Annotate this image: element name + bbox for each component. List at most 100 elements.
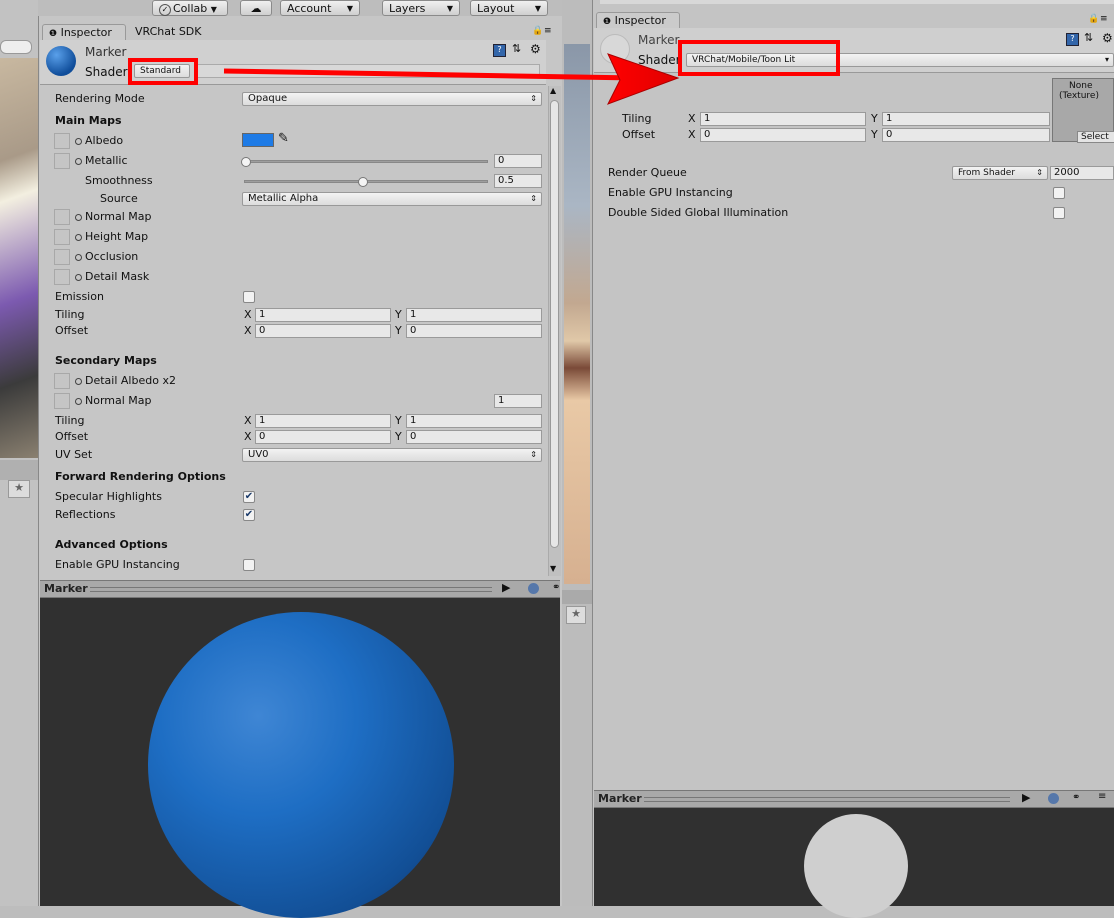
- texture-picker-icon[interactable]: [75, 137, 82, 145]
- preview-lights-icon[interactable]: ⚭: [552, 582, 560, 593]
- collab-button[interactable]: ✓ Collab ▼: [152, 0, 228, 16]
- tab-inspector[interactable]: ❶ Inspector: [42, 24, 126, 40]
- double-sided-gi-label: Double Sided Global Illumination: [608, 206, 789, 219]
- metallic-texture-slot[interactable]: [54, 153, 70, 169]
- detail-albedo-label: Detail Albedo x2: [75, 374, 176, 388]
- normal-map2-texture-slot[interactable]: [54, 393, 70, 409]
- emission-label: Emission: [55, 290, 104, 303]
- preview-drag-bar[interactable]: [644, 797, 1010, 802]
- play-icon[interactable]: ▶: [1022, 791, 1030, 804]
- right-preview-title: Marker: [598, 792, 642, 805]
- menu-icon[interactable]: ≡: [1100, 14, 1108, 24]
- texture-picker-icon[interactable]: [75, 397, 82, 405]
- texture-picker-icon[interactable]: [75, 253, 82, 261]
- preview-sphere-gray: [804, 814, 908, 918]
- metallic-slider-track[interactable]: [244, 160, 488, 163]
- specular-highlights-checkbox[interactable]: ✔: [243, 491, 255, 503]
- scroll-down-icon[interactable]: ▼: [550, 564, 556, 573]
- preview-sphere-icon[interactable]: [1048, 793, 1059, 804]
- detail-mask-texture-slot[interactable]: [54, 269, 70, 285]
- tiling2-y-field[interactable]: 1: [406, 414, 542, 428]
- height-map-label: Height Map: [75, 230, 148, 244]
- account-button[interactable]: Account ▼: [280, 0, 360, 16]
- inspector-scrollbar[interactable]: ▲ ▼: [548, 86, 561, 576]
- layers-button[interactable]: Layers ▼: [382, 0, 460, 16]
- offset2-x-field[interactable]: 0: [255, 430, 391, 444]
- scene-view-left[interactable]: ★: [0, 0, 38, 906]
- occlusion-texture-slot[interactable]: [54, 249, 70, 265]
- normal-map2-scale-field[interactable]: 1: [494, 394, 542, 408]
- secondary-maps-heading: Secondary Maps: [55, 354, 157, 367]
- smoothness-slider-knob[interactable]: [358, 177, 368, 187]
- preset-icon[interactable]: ⇅: [1084, 31, 1093, 44]
- texture-picker-icon[interactable]: [75, 233, 82, 241]
- scrollbar-thumb[interactable]: [550, 100, 559, 548]
- tab-vrchat-sdk[interactable]: VRChat SDK: [135, 24, 202, 40]
- preview-drag-bar[interactable]: [90, 587, 492, 592]
- info-icon: ❶: [603, 17, 612, 27]
- check-circle-icon: ✓: [159, 4, 171, 16]
- albedo-color-swatch[interactable]: [242, 133, 274, 147]
- right-tiling-x-field[interactable]: 1: [700, 112, 866, 126]
- metallic-slider-knob[interactable]: [241, 157, 251, 167]
- offset2-label: Offset: [55, 430, 89, 443]
- source-dropdown[interactable]: Metallic Alpha ⇕: [242, 192, 542, 206]
- gpu-instancing-checkbox[interactable]: [243, 559, 255, 571]
- preview-lights-icon[interactable]: ⚭: [1072, 792, 1080, 803]
- dropdown-arrow-icon: ⇕: [530, 194, 537, 203]
- help-icon[interactable]: ?: [1066, 33, 1079, 46]
- detail-albedo-texture-slot[interactable]: [54, 373, 70, 389]
- offset-x-field[interactable]: 0: [255, 324, 391, 338]
- double-sided-gi-checkbox[interactable]: [1053, 207, 1065, 219]
- texture-picker-icon[interactable]: [75, 377, 82, 385]
- chevron-down-icon: ▼: [534, 4, 541, 13]
- offset-y-label: Y: [395, 324, 402, 337]
- play-icon[interactable]: ▶: [502, 581, 510, 594]
- right-gpu-instancing-checkbox[interactable]: [1053, 187, 1065, 199]
- texture-picker-icon[interactable]: [75, 213, 82, 221]
- texture-select-button[interactable]: Select: [1077, 131, 1114, 143]
- render-queue-value-field[interactable]: 2000: [1050, 166, 1114, 180]
- offset2-y-field[interactable]: 0: [406, 430, 542, 444]
- render-queue-mode-dropdown[interactable]: From Shader ⇕: [952, 166, 1048, 180]
- texture-slot[interactable]: None (Texture) Select: [1052, 78, 1114, 143]
- normal-map-texture-slot[interactable]: [54, 209, 70, 225]
- eyedropper-icon[interactable]: ✎: [278, 131, 289, 146]
- reflections-checkbox[interactable]: ✔: [243, 509, 255, 521]
- albedo-texture-slot[interactable]: [54, 133, 70, 149]
- render-queue-label: Render Queue: [608, 166, 687, 179]
- tab-inspector-right[interactable]: ❶ Inspector: [596, 12, 680, 28]
- lock-icon[interactable]: 🔒: [1088, 14, 1099, 24]
- metallic-value-field[interactable]: 0: [494, 154, 542, 168]
- menu-icon[interactable]: ≡: [544, 26, 552, 36]
- tiling-y-field[interactable]: 1: [406, 308, 542, 322]
- emission-checkbox[interactable]: [243, 291, 255, 303]
- uv-set-dropdown[interactable]: UV0 ⇕: [242, 448, 542, 462]
- offset2-x-label: X: [244, 430, 252, 443]
- right-tiling-y-field[interactable]: 1: [882, 112, 1050, 126]
- tiling-x-field[interactable]: 1: [255, 308, 391, 322]
- scene-search-field[interactable]: [0, 40, 32, 54]
- right-offset-y-field[interactable]: 0: [882, 128, 1050, 142]
- preview-header: Marker ▶ ⚭ ≡: [40, 580, 590, 598]
- gpu-instancing-label: Enable GPU Instancing: [55, 558, 180, 571]
- texture-picker-icon[interactable]: [75, 273, 82, 281]
- preview-sphere-icon[interactable]: [528, 583, 539, 594]
- cloud-button[interactable]: ☁: [240, 0, 272, 16]
- star-icon[interactable]: ★: [566, 606, 586, 624]
- tiling-x-label: X: [244, 308, 252, 321]
- preview-menu-icon[interactable]: ≡: [1098, 791, 1106, 802]
- smoothness-value-field[interactable]: 0.5: [494, 174, 542, 188]
- star-icon[interactable]: ★: [8, 480, 30, 498]
- detail-mask-label: Detail Mask: [75, 270, 149, 284]
- height-map-texture-slot[interactable]: [54, 229, 70, 245]
- texture-picker-icon[interactable]: [75, 157, 82, 165]
- metallic-label: Metallic: [75, 154, 128, 168]
- lock-icon[interactable]: 🔒: [532, 26, 543, 36]
- tiling2-x-field[interactable]: 1: [255, 414, 391, 428]
- shader-highlight-box-right: [678, 40, 840, 76]
- right-offset-x-field[interactable]: 0: [700, 128, 866, 142]
- offset-y-field[interactable]: 0: [406, 324, 542, 338]
- gear-icon[interactable]: ⚙: [1102, 31, 1113, 45]
- layout-button[interactable]: Layout ▼: [470, 0, 548, 16]
